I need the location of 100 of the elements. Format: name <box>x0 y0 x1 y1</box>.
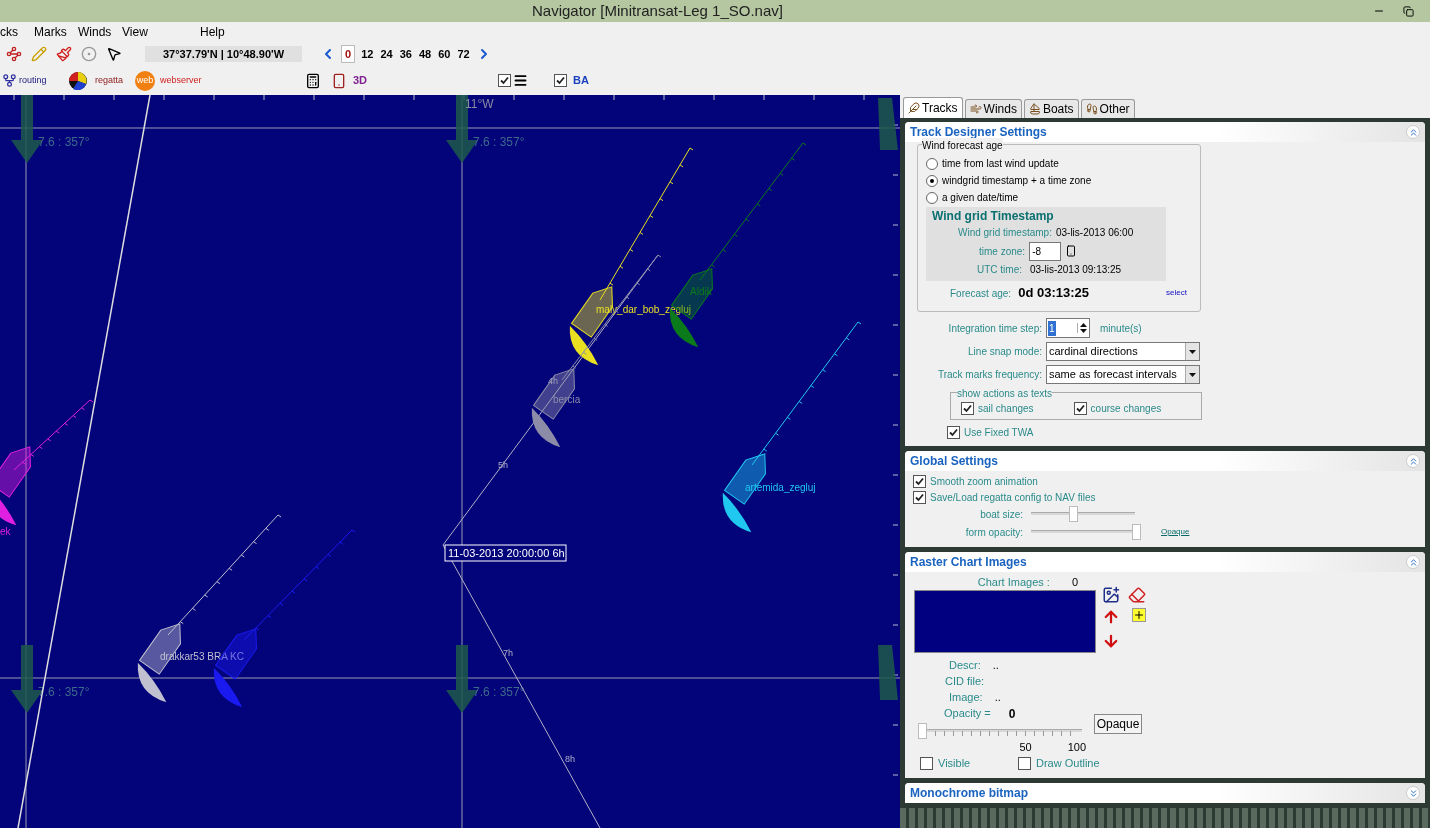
radio-label[interactable]: time from last wind update <box>942 156 1059 171</box>
opaque-button[interactable]: Opaque <box>1094 714 1142 734</box>
spin-up-icon[interactable] <box>1080 323 1087 327</box>
checkbox[interactable] <box>913 474 926 488</box>
time-step[interactable]: 36 <box>398 45 413 63</box>
regatta-link[interactable]: regatta <box>95 73 135 88</box>
device-icon[interactable] <box>331 72 347 89</box>
checkbox[interactable] <box>913 490 926 504</box>
field-label: Use Fixed TWA <box>964 426 1034 440</box>
slider-thumb[interactable] <box>1132 524 1141 540</box>
time-mark: 5h <box>498 460 508 470</box>
opaque-link[interactable]: Opaque <box>1161 526 1190 538</box>
checkbox[interactable] <box>1073 402 1087 415</box>
field-label: Chart Images : <box>977 574 1050 590</box>
field-value: 0d 03:13:25 <box>1018 284 1089 303</box>
field-label: Wind grid timestamp: <box>958 226 1052 240</box>
panel-tab[interactable]: Boats <box>1023 99 1079 118</box>
time-step[interactable]: 72 <box>456 45 471 63</box>
section-title: Global Settings <box>910 453 998 470</box>
field-label: Save/Load regatta config to NAV files <box>930 490 1096 505</box>
dropdown[interactable]: cardinal directions <box>1046 342 1200 361</box>
menu-item[interactable]: Winds <box>76 23 120 41</box>
tab-icon <box>1028 103 1041 115</box>
regatta-logo-icon[interactable] <box>69 71 87 90</box>
cursor-icon[interactable] <box>106 46 122 62</box>
checkbox[interactable] <box>920 757 933 770</box>
section-header[interactable]: Raster Chart Images <box>905 552 1425 572</box>
section-header[interactable]: Track Designer Settings <box>905 122 1425 142</box>
menu-item[interactable]: cks <box>0 23 32 41</box>
device-icon[interactable] <box>1065 245 1078 257</box>
slider-thumb[interactable] <box>918 723 927 739</box>
menu-item[interactable]: Help <box>198 23 242 41</box>
field-label: Opacity = <box>944 706 991 721</box>
section-title: Track Designer Settings <box>910 124 1047 141</box>
field-label: UTC time: <box>977 263 1022 277</box>
checkbox[interactable] <box>498 74 511 87</box>
select-link[interactable]: select <box>1166 287 1187 299</box>
ba-label[interactable]: BA <box>573 72 589 89</box>
wind-label: 7.6 : 357° <box>38 135 90 149</box>
dropdown[interactable]: same as forecast intervals <box>1046 365 1200 384</box>
import-image-icon[interactable] <box>1102 586 1120 604</box>
panel-tab[interactable]: Other <box>1080 99 1135 118</box>
time-step[interactable]: 48 <box>417 45 433 63</box>
window-title: Navigator [Minitransat-Leg 1_SO.nav] <box>532 0 783 21</box>
eraser-icon[interactable] <box>1128 586 1146 604</box>
time-mark: 8h <box>565 754 575 764</box>
field-label: Smooth zoom animation <box>930 474 1038 489</box>
path-icon[interactable] <box>6 46 22 62</box>
restore-icon[interactable] <box>1403 5 1414 17</box>
field-label: Draw Outline <box>1036 757 1100 770</box>
layers-icon[interactable] <box>513 73 528 88</box>
slider[interactable] <box>1031 524 1141 540</box>
time-zone-field[interactable]: -8 <box>1029 241 1062 261</box>
section-header[interactable]: Global Settings <box>905 451 1425 471</box>
webserver-link[interactable]: webserver <box>160 73 305 88</box>
wind-label: 7.6 : 357° <box>473 685 525 699</box>
brush-icon[interactable] <box>56 46 72 62</box>
field-label: Forecast age: <box>950 286 1012 301</box>
time-step[interactable]: 0 <box>341 44 356 64</box>
field-value: .. <box>992 658 999 673</box>
radio-button[interactable] <box>926 191 938 204</box>
slider-thumb[interactable] <box>1069 506 1078 522</box>
slider[interactable] <box>1031 506 1135 522</box>
section-header[interactable]: Monochrome bitmap <box>905 783 1425 803</box>
radio-label[interactable]: windgrid timestamp + a time zone <box>942 173 1092 188</box>
field-value: 03-lis-2013 06:00 <box>1055 226 1134 240</box>
caret-icon[interactable] <box>1189 349 1196 354</box>
tab-icon <box>969 103 982 115</box>
move-down-icon[interactable] <box>1102 632 1120 650</box>
chart-image-list[interactable] <box>914 590 1096 653</box>
slider[interactable] <box>918 723 1082 739</box>
time-step[interactable]: 24 <box>379 45 394 63</box>
branch-icon[interactable] <box>2 73 17 88</box>
checkbox[interactable] <box>1018 757 1031 770</box>
routing-link[interactable]: routing <box>19 73 69 88</box>
radio-button[interactable] <box>926 174 938 187</box>
field-label: time zone: <box>979 244 1026 259</box>
checkbox[interactable] <box>961 402 974 415</box>
radio-button[interactable] <box>926 157 938 170</box>
panel-tab[interactable]: Winds <box>964 99 1022 118</box>
panel-tab[interactable]: Tracks <box>903 97 963 118</box>
move-up-icon[interactable] <box>1102 608 1120 626</box>
menu-item[interactable]: View <box>120 23 198 41</box>
checkbox[interactable] <box>947 426 960 439</box>
radio-label[interactable]: a given date/time <box>942 190 1019 205</box>
field-label: CID file: <box>945 674 985 689</box>
timestamp-title: Wind grid Timestamp <box>932 208 1055 225</box>
spin-down-icon[interactable] <box>1080 329 1087 333</box>
time-step[interactable]: 60 <box>437 45 452 63</box>
time-step[interactable]: 12 <box>360 45 375 63</box>
section-title: Raster Chart Images <box>910 554 1027 571</box>
add-icon[interactable] <box>1132 608 1146 622</box>
tab-icon <box>1085 103 1098 115</box>
menu-item[interactable]: Marks <box>32 23 76 41</box>
boat-name: ek <box>0 526 11 537</box>
checkbox[interactable] <box>554 74 567 87</box>
calculator-icon[interactable] <box>305 72 321 89</box>
3d-button[interactable]: 3D <box>353 72 498 89</box>
caret-icon[interactable] <box>1189 372 1196 377</box>
step-spinner[interactable]: 1 <box>1046 318 1090 338</box>
